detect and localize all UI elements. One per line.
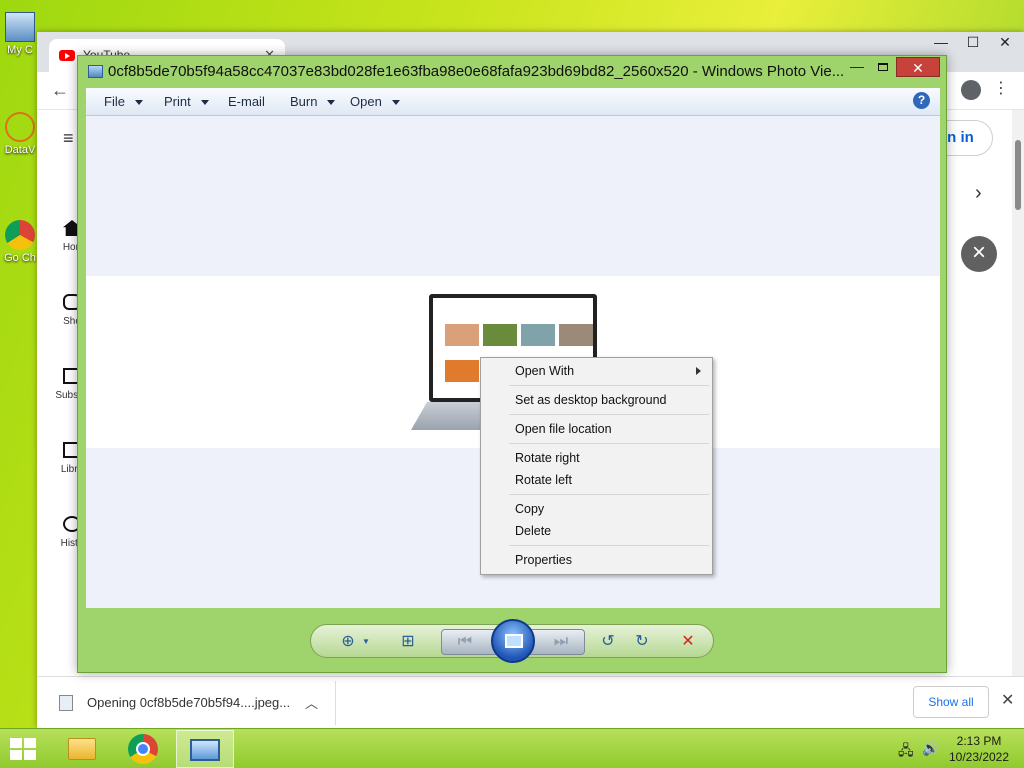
profile-icon[interactable]: [961, 80, 981, 100]
chevron-right-icon[interactable]: ›: [975, 182, 982, 205]
close-button[interactable]: ✕: [896, 57, 940, 77]
menu-label: E-mail: [228, 94, 265, 109]
window-title: 0cf8b5de70b5f94a58cc47037e83bd028fe1e63f…: [108, 63, 845, 80]
divider: [509, 494, 709, 495]
clock-date: 10/23/2022: [948, 750, 1010, 764]
file-icon: [59, 695, 73, 711]
chrome-menu-icon[interactable]: ⋮: [993, 78, 1009, 98]
network-icon[interactable]: 🖧: [898, 740, 914, 764]
menu-bar: File Print E-mail Burn Open ?: [86, 88, 940, 116]
chevron-right-icon: [696, 367, 701, 375]
chrome-icon: [5, 220, 35, 250]
desktop-icon-label: My C: [7, 44, 33, 56]
start-button[interactable]: [10, 738, 38, 762]
slideshow-button[interactable]: [491, 619, 535, 663]
volume-icon[interactable]: 🔊: [922, 740, 939, 757]
divider: [509, 545, 709, 546]
hamburger-menu-icon[interactable]: ≡: [63, 128, 74, 149]
previous-icon[interactable]: ⏮: [454, 631, 476, 653]
youtube-icon: [59, 50, 75, 61]
menu-item-delete[interactable]: Delete: [515, 524, 551, 538]
video-thumbnail: [445, 360, 479, 382]
photo-viewer-app-icon: [88, 65, 103, 78]
delete-icon[interactable]: ✕: [677, 631, 699, 653]
scrollbar[interactable]: [1012, 110, 1024, 682]
slideshow-icon: [505, 634, 523, 648]
clock-time: 2:13 PM: [956, 734, 1002, 748]
playback-controls: ⊕ ▼ ⊞ ⏮ ⏭ ↺ ↻ ✕: [310, 619, 714, 663]
divider: [509, 443, 709, 444]
maximize-button[interactable]: [870, 58, 896, 78]
menu-burn[interactable]: Burn: [290, 94, 336, 109]
folder-icon: [68, 738, 96, 760]
taskbar-chrome[interactable]: [114, 730, 172, 768]
chevron-down-icon: [134, 100, 143, 106]
chrome-icon: [128, 734, 158, 764]
video-thumbnail: [521, 324, 555, 346]
back-arrow-icon[interactable]: ←: [51, 80, 69, 101]
chevron-down-icon: [391, 100, 400, 106]
divider: [509, 385, 709, 386]
chevron-down-icon[interactable]: ▼: [355, 631, 377, 653]
divider: [509, 414, 709, 415]
desktop-icon-google-chrome[interactable]: Go Ch: [0, 220, 40, 264]
chevron-up-icon[interactable]: ︿: [305, 693, 318, 712]
menu-label: File: [104, 94, 125, 109]
desktop-icon-label: DataV: [4, 144, 36, 156]
menu-label: Burn: [290, 94, 318, 109]
menu-label: Open: [350, 94, 382, 109]
menu-item-open-with[interactable]: Open With: [515, 364, 574, 378]
chevron-down-icon: [200, 100, 209, 106]
desktop-icon-datav[interactable]: DataV: [0, 112, 40, 156]
chrome-maximize-button[interactable]: ☐: [957, 34, 989, 54]
chrome-minimize-button[interactable]: —: [925, 34, 957, 54]
taskbar-file-explorer[interactable]: [52, 730, 110, 768]
menu-item-rotate-left[interactable]: Rotate left: [515, 473, 572, 487]
minimize-button[interactable]: —: [844, 58, 870, 78]
divider: [335, 681, 336, 725]
menu-item-open-file-location[interactable]: Open file location: [515, 422, 612, 436]
menu-item-properties[interactable]: Properties: [515, 553, 572, 567]
download-file-label[interactable]: Opening 0cf8b5de70b5f94....jpeg...: [87, 695, 290, 710]
menu-email[interactable]: E-mail: [228, 94, 265, 109]
download-bar: Opening 0cf8b5de70b5f94....jpeg... ︿ Sho…: [37, 676, 1024, 728]
menu-print[interactable]: Print: [164, 94, 209, 109]
context-menu: Open With Set as desktop background Open…: [480, 357, 713, 575]
chrome-close-button[interactable]: ✕: [989, 34, 1021, 54]
rotate-left-icon[interactable]: ↺: [597, 631, 619, 653]
desktop-icon-my-computer[interactable]: My C: [0, 12, 40, 56]
next-icon[interactable]: ⏭: [550, 631, 572, 653]
video-thumbnail: [483, 324, 517, 346]
chevron-down-icon: [327, 100, 336, 106]
download-bar-close-icon[interactable]: ✕: [1001, 690, 1014, 710]
menu-file[interactable]: File: [104, 94, 143, 109]
rotate-right-icon[interactable]: ↻: [631, 631, 653, 653]
video-thumbnail: [445, 324, 479, 346]
menu-item-rotate-right[interactable]: Rotate right: [515, 451, 580, 465]
menu-label: Print: [164, 94, 191, 109]
atom-icon: [5, 112, 35, 142]
desktop-icon-label: Go Ch: [4, 252, 36, 264]
taskbar-photo-viewer[interactable]: [176, 730, 234, 768]
help-icon[interactable]: ?: [913, 92, 930, 109]
actual-size-icon[interactable]: ⊞: [397, 631, 419, 653]
computer-icon: [5, 12, 35, 42]
scrollbar-thumb[interactable]: [1015, 140, 1021, 210]
menu-item-copy[interactable]: Copy: [515, 502, 544, 516]
photo-viewer-icon: [190, 739, 220, 761]
show-all-button[interactable]: Show all: [913, 686, 989, 718]
video-thumbnail: [559, 324, 593, 346]
system-clock[interactable]: 2:13 PM 10/23/2022: [944, 733, 1014, 765]
menu-open[interactable]: Open: [350, 94, 400, 109]
menu-item-set-desktop-background[interactable]: Set as desktop background: [515, 393, 667, 407]
taskbar: 🖧 🔊 2:13 PM 10/23/2022: [0, 728, 1024, 768]
close-icon[interactable]: ×: [961, 236, 997, 272]
windows-logo-icon: [10, 738, 22, 748]
